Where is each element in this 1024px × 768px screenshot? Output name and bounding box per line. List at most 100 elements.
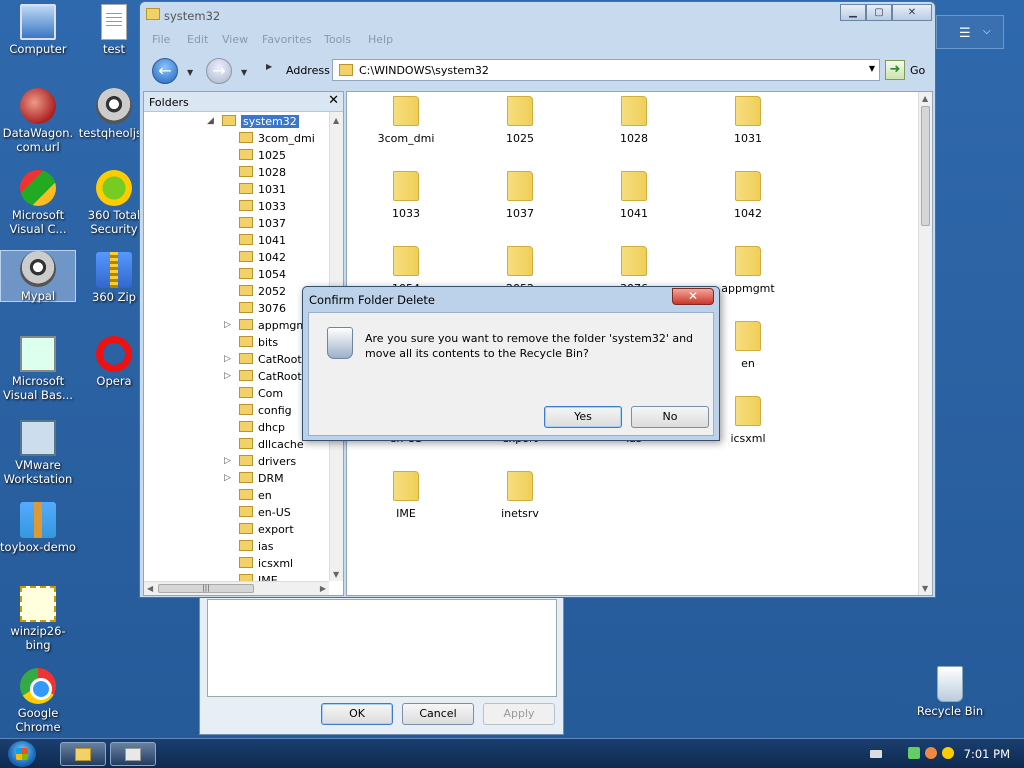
apply-button[interactable]: Apply (483, 703, 555, 725)
dialog-close-button[interactable]: ✕ (672, 288, 714, 305)
folder-tile[interactable]: 1042 (698, 171, 798, 220)
tree-item[interactable]: ▷ CatRoot2 (224, 370, 309, 387)
tree-item[interactable]: ◢ system32 (207, 115, 299, 132)
folder-tile[interactable]: 1028 (584, 96, 684, 145)
tree-item[interactable]: ias (239, 540, 274, 557)
scroll-down-arrow-icon[interactable]: ▼ (922, 584, 928, 593)
forward-history-dropdown[interactable]: ▼ (241, 68, 247, 77)
folder-tile[interactable]: 1033 (356, 171, 456, 220)
back-arrow-icon: ← (158, 61, 172, 80)
scrollbar-thumb[interactable]: ||| (158, 584, 254, 593)
folder-tile[interactable]: 1031 (698, 96, 798, 145)
tree-item[interactable]: 1054 (239, 268, 286, 285)
desktop-icon-recycle-bin[interactable]: Recycle Bin (912, 666, 988, 718)
desktop-icon-toybox[interactable]: toybox-demo (0, 502, 76, 554)
desktop-icon-vmware[interactable]: VMware Workstation (0, 420, 76, 486)
tree-item[interactable]: en (239, 489, 272, 506)
maximize-button[interactable]: ▢ (866, 4, 892, 21)
title-bar[interactable]: system32 ▁ ▢ ✕ (140, 2, 935, 28)
minimize-button[interactable]: ▁ (840, 4, 866, 21)
menu-help[interactable]: Help (368, 33, 393, 46)
address-bar[interactable]: C:\WINDOWS\system32 ▼ (332, 59, 880, 81)
back-button[interactable]: ← (152, 58, 178, 84)
scroll-right-arrow-icon[interactable]: ▶ (320, 584, 326, 593)
start-button[interactable] (8, 741, 36, 767)
forward-button[interactable]: → (206, 58, 232, 84)
tree-item[interactable]: 3com_dmi (239, 132, 315, 149)
tree-item[interactable]: 1028 (239, 166, 286, 183)
back-history-dropdown[interactable]: ▼ (187, 68, 193, 77)
yes-button[interactable]: Yes (544, 406, 622, 428)
tree-item[interactable]: 1042 (239, 251, 286, 268)
no-button[interactable]: No (631, 406, 709, 428)
network-icon[interactable] (908, 747, 920, 759)
tree-horizontal-scrollbar[interactable]: ◀ ||| ▶ (144, 581, 329, 595)
folder-tile[interactable]: 1037 (470, 171, 570, 220)
tree-item[interactable]: 2052 (239, 285, 286, 302)
address-dropdown-icon[interactable]: ▼ (869, 64, 875, 73)
tree-item[interactable]: 1025 (239, 149, 286, 166)
folder-tile[interactable]: 3com_dmi (356, 96, 456, 145)
folder-tile[interactable]: inetsrv (470, 471, 570, 520)
tree-item[interactable]: 1033 (239, 200, 286, 217)
content-vertical-scrollbar[interactable]: ▲ ▼ (918, 92, 932, 595)
ok-button[interactable]: OK (321, 703, 393, 725)
cancel-button[interactable]: Cancel (402, 703, 474, 725)
scroll-down-arrow-icon[interactable]: ▼ (333, 570, 339, 579)
folder-tile[interactable]: 1025 (470, 96, 570, 145)
desktop-icon-visual-c[interactable]: Microsoft Visual C... (0, 170, 76, 236)
collapse-arrow-icon[interactable]: ◢ (207, 116, 214, 126)
tree-item[interactable]: ▷ CatRoot (224, 353, 302, 370)
tree-item[interactable]: 1041 (239, 234, 286, 251)
menu-favorites[interactable]: Favorites (262, 33, 312, 46)
scroll-up-arrow-icon[interactable]: ▲ (333, 116, 339, 125)
expand-arrow-icon[interactable]: ▷ (224, 371, 231, 381)
taskbar-dialog-button[interactable] (110, 742, 156, 766)
menu-edit[interactable]: Edit (187, 33, 208, 46)
taskbar-explorer-button[interactable] (60, 742, 106, 766)
expand-arrow-icon[interactable]: ▷ (224, 320, 231, 330)
expand-arrow-icon[interactable]: ▷ (224, 473, 231, 483)
tree-item[interactable]: ▷ appmgmt (224, 319, 311, 336)
tree-item[interactable]: en-US (239, 506, 291, 523)
tree-item[interactable]: bits (239, 336, 278, 353)
go-button[interactable]: Go (910, 64, 925, 77)
menu-view[interactable]: View (222, 33, 248, 46)
tree-item[interactable]: ▷ drivers (224, 455, 296, 472)
tree-item[interactable]: dhcp (239, 421, 285, 438)
close-button[interactable]: ✕ (892, 4, 932, 21)
address-input[interactable]: C:\WINDOWS\system32 (359, 64, 489, 77)
folder-tile[interactable]: IME (356, 471, 456, 520)
tree-item[interactable]: 1031 (239, 183, 286, 200)
keyboard-icon[interactable] (870, 750, 882, 758)
scrollbar-thumb[interactable] (921, 106, 930, 226)
tree-item[interactable]: 1037 (239, 217, 286, 234)
tree-item[interactable]: 3076 (239, 302, 286, 319)
expand-arrow-icon[interactable]: ▷ (224, 354, 231, 364)
security-tray-icon[interactable] (925, 747, 937, 759)
folder-tile[interactable]: 1041 (584, 171, 684, 220)
toolbar-chevron-icon[interactable]: ▶ (266, 62, 272, 71)
desktop-icon-datawagon[interactable]: DataWagon.com.url (0, 88, 76, 154)
clock[interactable]: 7:01 PM (964, 747, 1010, 761)
expand-arrow-icon[interactable]: ▷ (224, 456, 231, 466)
tree-item[interactable]: ▷ DRM (224, 472, 284, 489)
360-tray-icon[interactable] (942, 747, 954, 759)
scroll-up-arrow-icon[interactable]: ▲ (922, 94, 928, 103)
go-arrow-icon[interactable]: ➜ (885, 60, 905, 80)
tree-item[interactable]: icsxml (239, 557, 293, 574)
tree-item[interactable]: dllcache (239, 438, 304, 455)
settings-menu-button[interactable]: ☰ ⌵ (936, 15, 1004, 49)
menu-file[interactable]: File (152, 33, 170, 46)
desktop-icon-visual-basic[interactable]: Microsoft Visual Bas... (0, 336, 76, 402)
desktop-icon-computer[interactable]: Computer (0, 4, 76, 56)
desktop-icon-chrome[interactable]: Google Chrome (0, 668, 76, 734)
tree-item[interactable]: export (239, 523, 294, 540)
scroll-left-arrow-icon[interactable]: ◀ (147, 584, 153, 593)
menu-tools[interactable]: Tools (324, 33, 351, 46)
close-folders-pane-icon[interactable]: ✕ (328, 93, 339, 108)
tree-item[interactable]: config (239, 404, 292, 421)
tree-item[interactable]: Com (239, 387, 283, 404)
desktop-icon-mypal[interactable]: Mypal (0, 250, 76, 303)
desktop-icon-winzip[interactable]: winzip26-bing (0, 586, 76, 652)
